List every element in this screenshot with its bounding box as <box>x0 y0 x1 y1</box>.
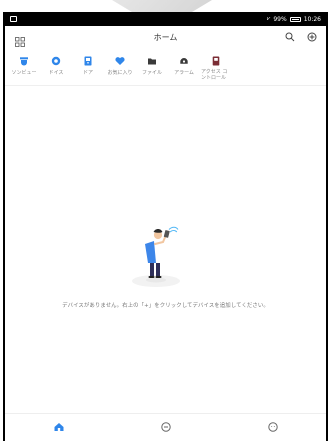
tablet-screen: ⩗ 99% 10:26 ホーム ソンビュー ドイス ドア お気に入り ファイル … <box>3 12 328 441</box>
tab-message[interactable] <box>112 414 219 441</box>
tab-home[interactable] <box>5 414 112 441</box>
empty-state-illustration <box>132 226 180 287</box>
empty-state: デバイスがありません。右上の「+」をクリックしてデバイスを追加してください。 <box>5 12 326 441</box>
home-icon <box>53 421 65 433</box>
empty-state-message: デバイスがありません。右上の「+」をクリックしてデバイスを追加してください。 <box>62 303 269 309</box>
message-icon <box>160 421 172 433</box>
tab-me[interactable] <box>219 414 326 441</box>
bottom-tab-bar <box>5 413 326 441</box>
profile-icon <box>267 421 279 433</box>
